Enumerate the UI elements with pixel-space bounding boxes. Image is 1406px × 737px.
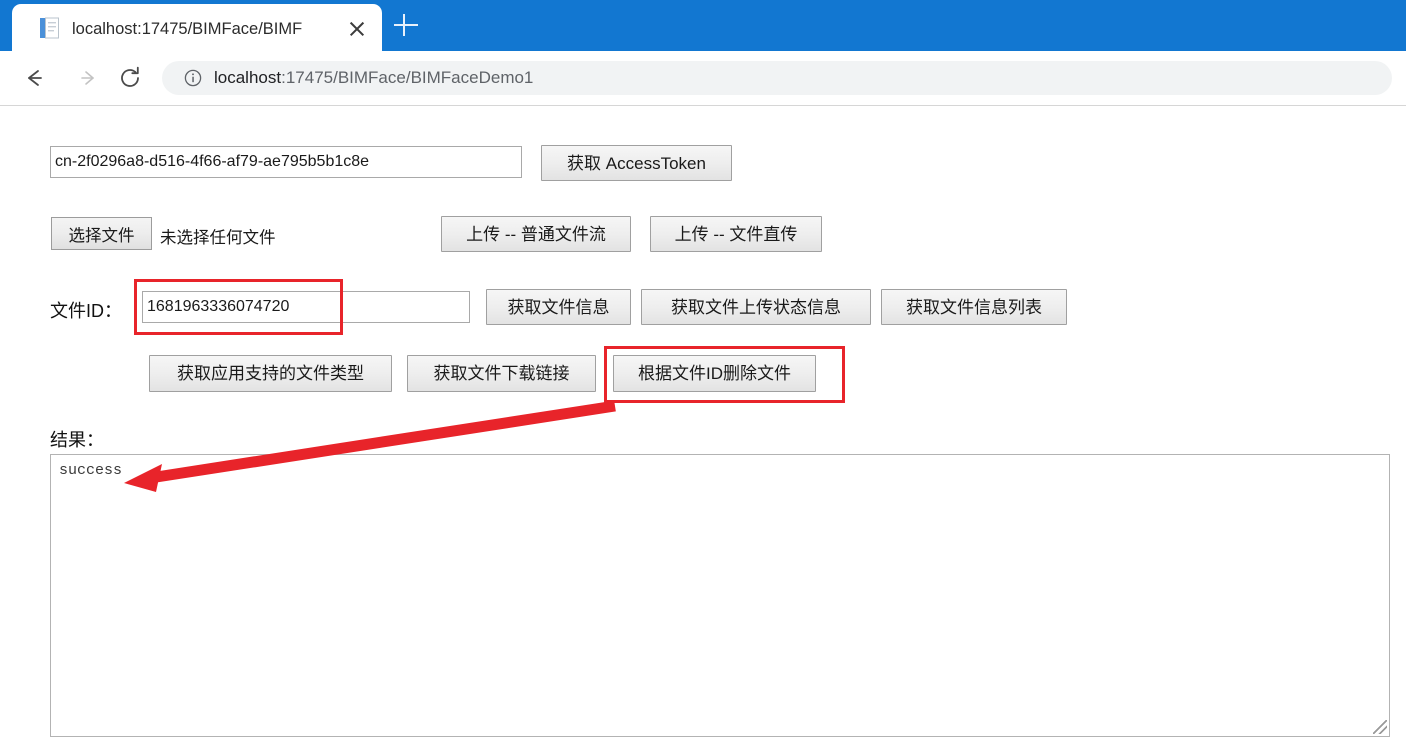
get-file-info-list-button[interactable]: 获取文件信息列表 (881, 289, 1067, 325)
result-label: 结果： (50, 430, 104, 450)
new-tab-icon[interactable] (392, 11, 420, 39)
get-download-link-button[interactable]: 获取文件下载链接 (407, 355, 596, 392)
page-icon (40, 17, 59, 39)
reload-icon[interactable] (115, 63, 145, 93)
browser-tab-strip: localhost:17475/BIMFace/BIMF (0, 0, 1406, 51)
file-id-input[interactable] (142, 291, 470, 323)
url-path: :17475/BIMFace/BIMFaceDemo1 (281, 68, 534, 87)
get-upload-status-button[interactable]: 获取文件上传状态信息 (641, 289, 871, 325)
forward-arrow-icon (81, 71, 94, 85)
get-file-info-button[interactable]: 获取文件信息 (486, 289, 631, 325)
upload-stream-button[interactable]: 上传 -- 普通文件流 (441, 216, 631, 252)
get-access-token-button[interactable]: 获取 AccessToken (541, 145, 732, 181)
url-host: localhost (214, 68, 282, 87)
close-icon[interactable] (346, 18, 368, 40)
get-supported-file-types-button[interactable]: 获取应用支持的文件类型 (149, 355, 392, 392)
upload-direct-button[interactable]: 上传 -- 文件直传 (650, 216, 822, 252)
choose-file-button[interactable]: 选择文件 (51, 217, 152, 250)
address-bar[interactable]: localhost:17475/BIMFace/BIMFaceDemo1 (162, 61, 1392, 95)
resize-handle-icon[interactable] (1373, 720, 1387, 734)
result-textarea[interactable]: success (50, 454, 1390, 737)
selected-file-name: 未选择任何文件 (160, 229, 276, 247)
file-id-label: 文件ID： (50, 301, 122, 321)
browser-toolbar: localhost:17475/BIMFace/BIMFaceDemo1 (0, 51, 1406, 106)
access-token-input[interactable] (50, 146, 522, 178)
browser-tab-active[interactable]: localhost:17475/BIMFace/BIMF (12, 4, 382, 51)
info-circle-icon[interactable] (184, 69, 202, 87)
page-content: 获取 AccessToken 选择文件 未选择任何文件 上传 -- 普通文件流 … (0, 106, 1406, 737)
delete-file-by-id-button[interactable]: 根据文件ID删除文件 (613, 355, 816, 392)
browser-tab-title: localhost:17475/BIMFace/BIMF (72, 20, 303, 38)
address-bar-url: localhost:17475/BIMFace/BIMFaceDemo1 (214, 66, 533, 90)
result-text: success (59, 462, 123, 479)
back-arrow-icon[interactable] (19, 63, 49, 93)
